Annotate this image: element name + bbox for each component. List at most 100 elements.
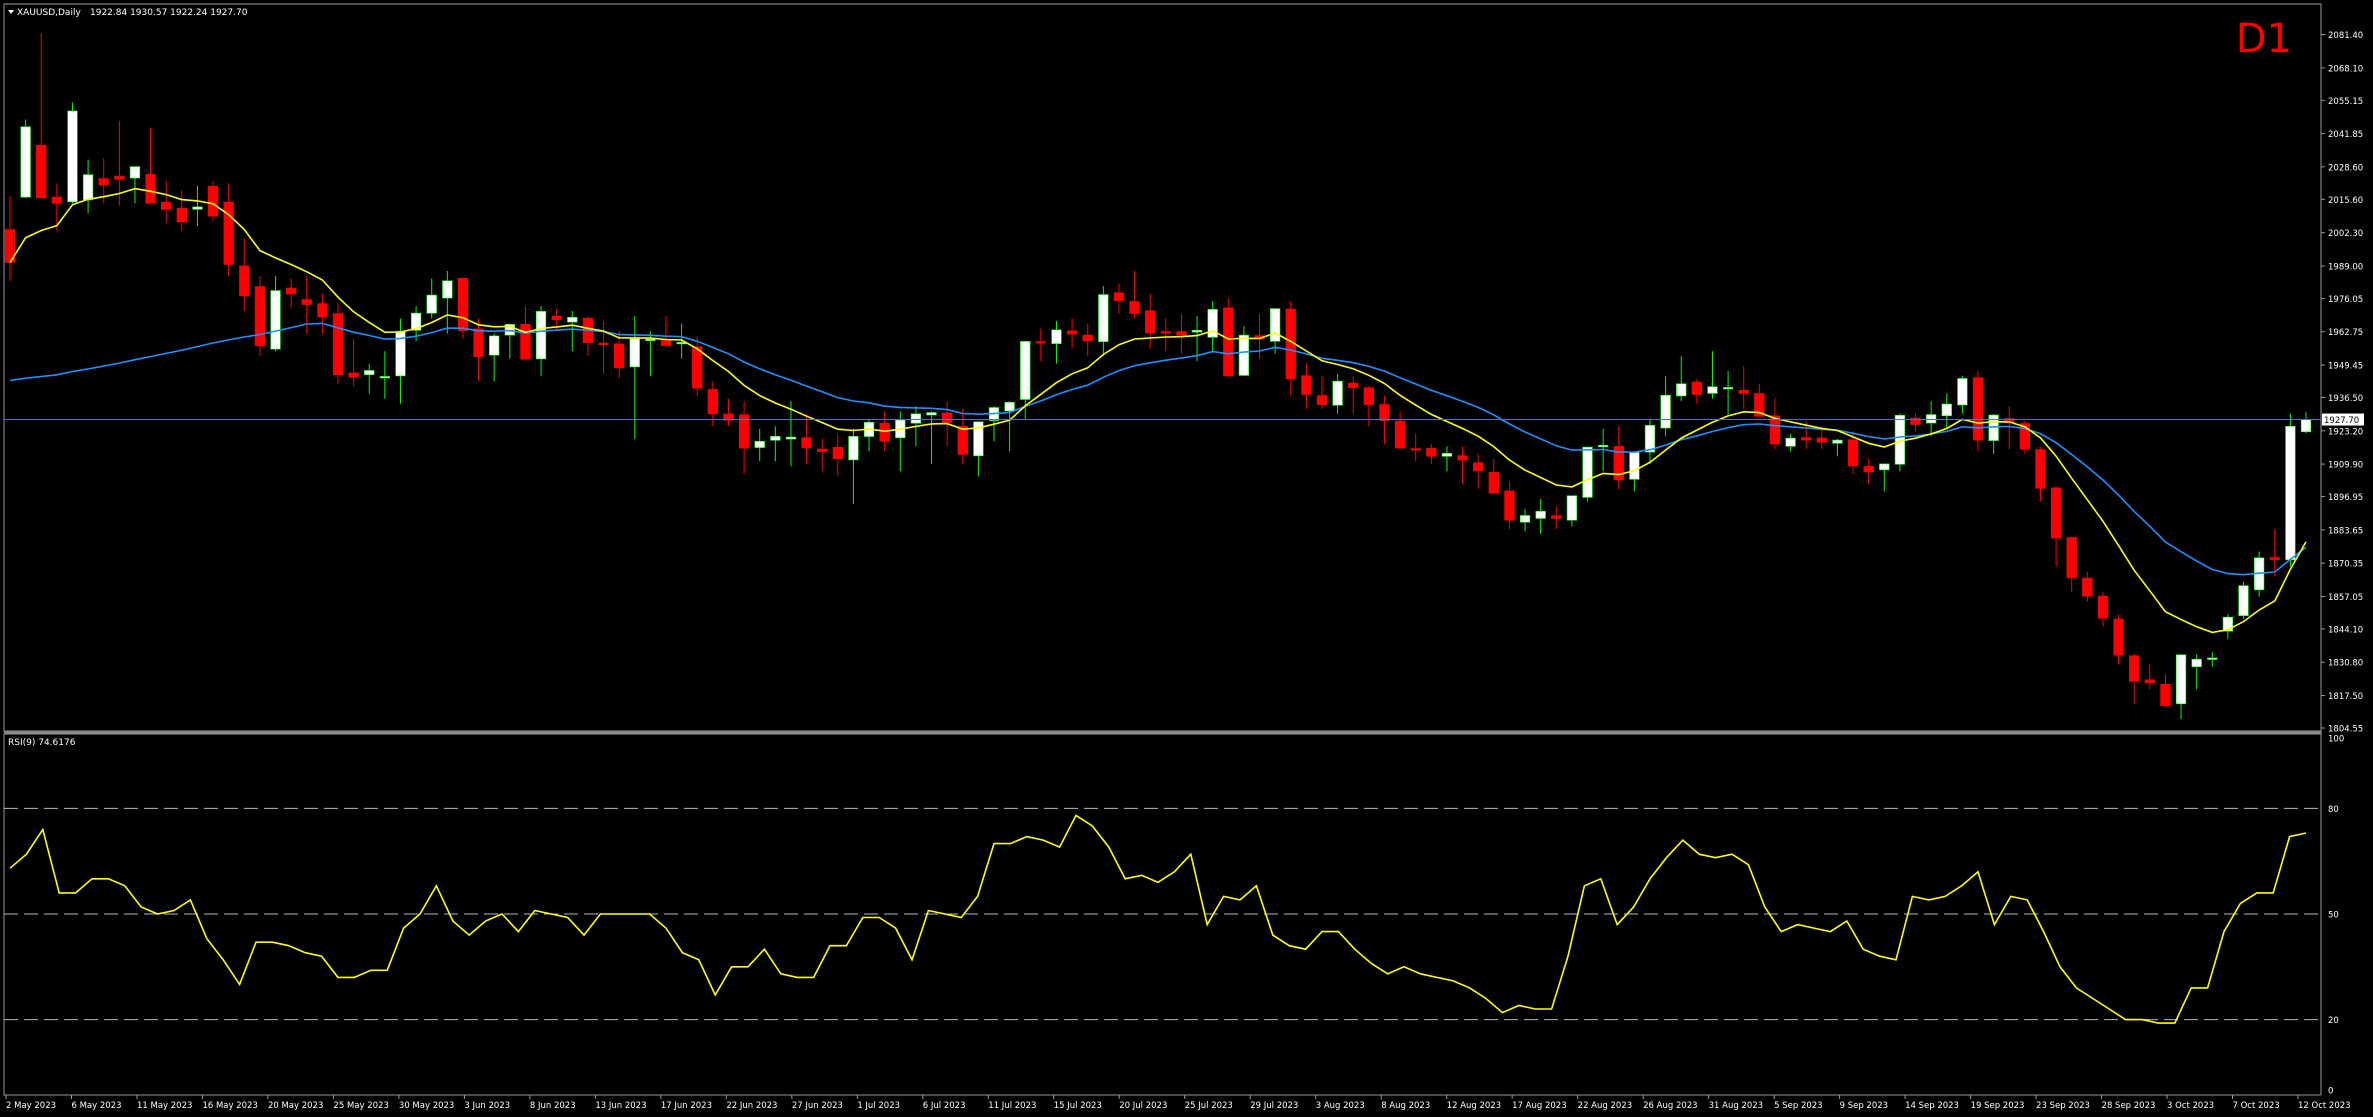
candle-body: [36, 144, 47, 199]
candle-body: [379, 376, 390, 379]
price-tick-label: 2002.30: [2328, 229, 2363, 239]
candle-body: [301, 299, 312, 305]
time-tick-label: 16 May 2023: [202, 1101, 257, 1111]
time-tick-label: 17 Aug 2023: [1512, 1101, 1566, 1111]
candle-body: [1941, 403, 1952, 417]
time-tick-label: 25 May 2023: [333, 1101, 388, 1111]
candle-body: [332, 313, 344, 376]
candle-body: [2300, 419, 2312, 433]
time-tick-label: 3 Aug 2023: [1316, 1101, 1365, 1111]
candle-body: [1519, 515, 1531, 523]
candle-body: [660, 339, 672, 346]
candle-body: [51, 196, 62, 204]
candle-body: [207, 186, 219, 217]
candle-body: [957, 425, 968, 455]
symbol-header[interactable]: XAUUSD,Daily 1922.84 1930.57 1922.24 192…: [8, 8, 248, 18]
time-tick-label: 8 Jun 2023: [530, 1101, 576, 1111]
price-tick-label: 1857.05: [2328, 593, 2363, 603]
candle-body: [98, 178, 109, 186]
candle-body: [1598, 445, 1609, 448]
time-tick-label: 13 Jun 2023: [595, 1101, 646, 1111]
rsi-tick-label: 50: [2328, 911, 2339, 921]
candle-body: [879, 422, 890, 442]
candle-body: [1035, 341, 1046, 344]
candle-body: [1863, 466, 1874, 473]
candle-body: [457, 277, 469, 331]
candle-body: [1676, 383, 1687, 397]
rsi-tick-label: 20: [2328, 1016, 2339, 1026]
candle-body: [817, 448, 828, 452]
price-tick-label: 1817.50: [2328, 692, 2363, 702]
candle: [254, 276, 266, 357]
price-tick-label: 1896.95: [2328, 493, 2363, 503]
candle-body: [1316, 395, 1328, 406]
candle-body: [1176, 331, 1187, 336]
time-tick-label: 7 Oct 2023: [2233, 1101, 2280, 1111]
candle-body: [1629, 452, 1640, 480]
candle-body: [2097, 595, 2109, 619]
candle-body: [2285, 425, 2296, 561]
candle-body: [254, 286, 266, 347]
candle-body: [832, 447, 843, 460]
time-tick-label: 25 Jul 2023: [1185, 1101, 1233, 1111]
price-tick-label: 2068.10: [2328, 64, 2363, 74]
candle-body: [1270, 308, 1281, 342]
candle-body: [2144, 679, 2155, 684]
candle-body: [2175, 654, 2187, 705]
candle-body: [286, 287, 297, 295]
candle: [2285, 413, 2296, 567]
candle-body: [1066, 330, 1078, 335]
price-tick-label: 1989.00: [2328, 262, 2363, 272]
time-tick-label: 22 Jun 2023: [726, 1101, 777, 1111]
time-tick-label: 8 Aug 2023: [1381, 1101, 1430, 1111]
price-tick-label: 2015.60: [2328, 196, 2363, 206]
candle-body: [2050, 487, 2062, 539]
time-tick-label: 17 Jun 2023: [661, 1101, 712, 1111]
price-tick-label: 1830.80: [2328, 659, 2363, 669]
candle-body: [1879, 463, 1890, 471]
time-tick-label: 28 Sep 2023: [2102, 1101, 2156, 1111]
time-tick-label: 2 May 2023: [6, 1101, 56, 1111]
candle-body: [176, 207, 187, 223]
time-tick-label: 14 Sep 2023: [1905, 1101, 1959, 1111]
price-tick-label: 1923.20: [2328, 427, 2363, 437]
chart-canvas: 1927.70 2081.402068.102055.152041.852028…: [0, 0, 2373, 1117]
symbol-label: XAUUSD,Daily: [17, 8, 81, 18]
candle-body: [1707, 386, 1718, 394]
candle-body: [1488, 472, 1499, 494]
candle-body: [2129, 655, 2140, 682]
time-tick-label: 1 Jul 2023: [857, 1101, 900, 1111]
candle-body: [2191, 658, 2202, 668]
candle-body: [1332, 380, 1343, 406]
candle-body: [1379, 404, 1390, 421]
time-tick-label: 12 Aug 2023: [1447, 1101, 1501, 1111]
candle: [332, 303, 344, 384]
price-tick-label: 2028.60: [2328, 163, 2363, 173]
candle-body: [1098, 294, 1109, 342]
candle-body: [848, 436, 859, 461]
candle-body: [1551, 515, 1562, 519]
candle-body: [614, 343, 625, 368]
price-tick-label: 1844.10: [2328, 625, 2363, 635]
candle-body: [317, 303, 328, 318]
time-tick-label: 20 May 2023: [268, 1101, 323, 1111]
price-tick-label: 1976.05: [2328, 295, 2363, 305]
time-tick-label: 6 May 2023: [71, 1101, 121, 1111]
time-tick-label: 20 Jul 2023: [1119, 1101, 1167, 1111]
time-tick-label: 30 May 2023: [399, 1101, 454, 1111]
candle-body: [520, 324, 531, 360]
price-tick-label: 1804.55: [2328, 725, 2363, 735]
candle-body: [192, 206, 203, 210]
time-tick-label: 22 Aug 2023: [1578, 1101, 1632, 1111]
candle-body: [2035, 449, 2046, 489]
price-tick-label: 1936.50: [2328, 394, 2363, 404]
time-tick-label: 27 Jun 2023: [792, 1101, 843, 1111]
candle-body: [567, 317, 578, 323]
candle-body: [1113, 292, 1125, 301]
candle-body: [1910, 417, 1921, 425]
candle-body: [2238, 585, 2249, 616]
candle: [67, 102, 78, 204]
candle-body: [1223, 307, 1234, 377]
price-tick-label: 2055.15: [2328, 97, 2363, 107]
rsi-header: RSI(9) 74.6176: [8, 738, 76, 748]
